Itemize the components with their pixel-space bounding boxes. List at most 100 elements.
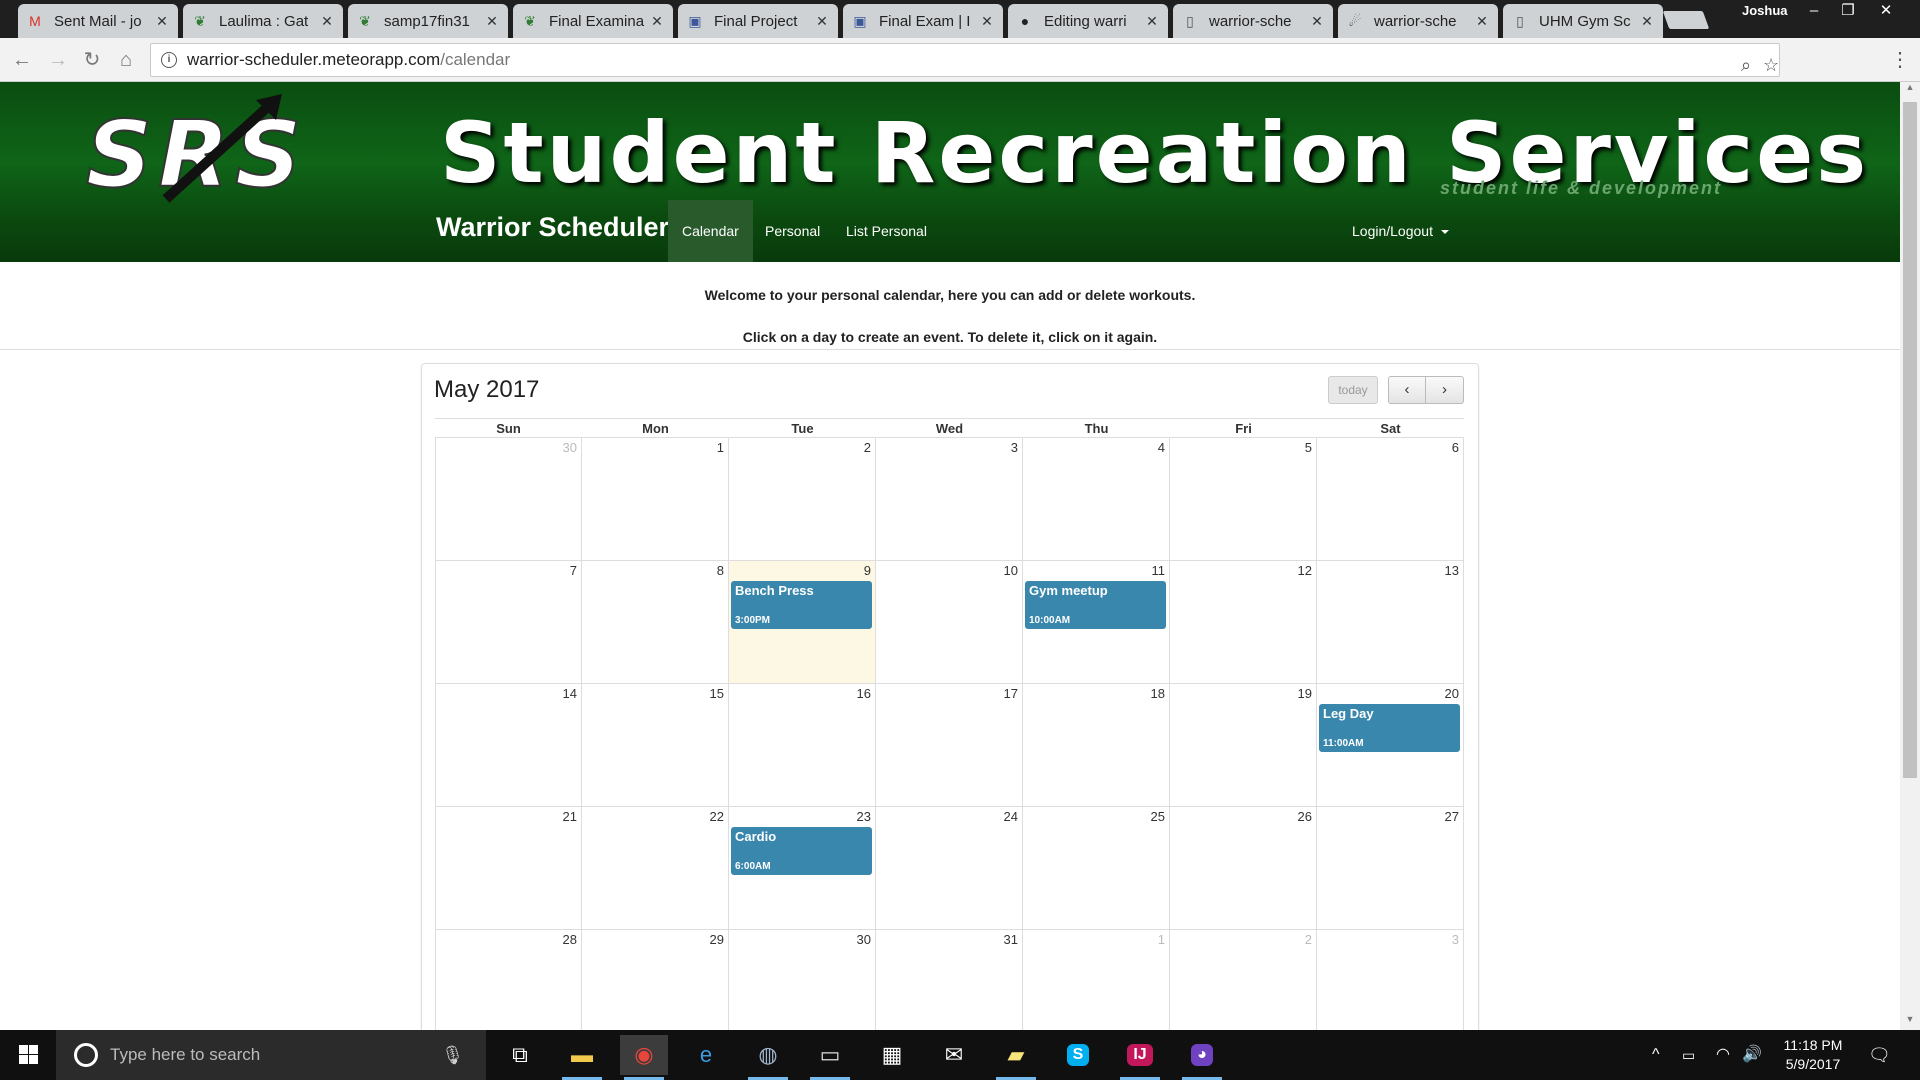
calendar-day-cell[interactable]: 6 bbox=[1317, 438, 1464, 561]
back-icon[interactable]: ← bbox=[10, 48, 34, 72]
calendar-day-cell[interactable]: 8 bbox=[582, 561, 729, 684]
calendar-day-cell[interactable]: 1 bbox=[582, 438, 729, 561]
taskbar-search-box[interactable]: Type here to search 🎙 bbox=[56, 1030, 486, 1080]
new-tab-button[interactable] bbox=[1662, 11, 1710, 29]
chrome-icon[interactable]: ◉ bbox=[620, 1035, 668, 1080]
browser-tab[interactable]: ❦ Laulima : Gat ✕ bbox=[183, 4, 343, 38]
calendar-day-cell[interactable]: 27 bbox=[1317, 807, 1464, 930]
github-desktop-icon[interactable]: ◕ bbox=[1178, 1035, 1226, 1080]
browser-tab[interactable]: ▯ warrior-sche ✕ bbox=[1173, 4, 1333, 38]
profile-button[interactable]: Joshua bbox=[1730, 0, 1800, 22]
next-month-button[interactable]: › bbox=[1425, 376, 1464, 404]
browser-tab[interactable]: ☄ warrior-sche ✕ bbox=[1338, 4, 1498, 38]
close-tab-icon[interactable]: ✕ bbox=[1474, 13, 1490, 30]
browser-tab[interactable]: ● Editing warri ✕ bbox=[1008, 4, 1168, 38]
home-icon[interactable]: ⌂ bbox=[114, 48, 138, 72]
calendar-day-cell[interactable]: 23 Cardio 6:00AM bbox=[729, 807, 876, 930]
today-button[interactable]: today bbox=[1328, 376, 1378, 404]
close-tab-icon[interactable]: ✕ bbox=[319, 13, 335, 30]
task-view-icon[interactable]: ⧉ bbox=[496, 1035, 544, 1075]
start-button[interactable] bbox=[0, 1030, 56, 1080]
microphone-icon[interactable]: 🎙 bbox=[441, 1030, 464, 1080]
scroll-up-icon[interactable]: ▲ bbox=[1900, 82, 1920, 98]
close-tab-icon[interactable]: ✕ bbox=[1144, 13, 1160, 30]
calendar-day-cell[interactable]: 31 bbox=[876, 930, 1023, 1030]
show-hidden-icons-icon[interactable]: ^ bbox=[1652, 1030, 1660, 1080]
close-tab-icon[interactable]: ✕ bbox=[484, 13, 500, 30]
restore-icon[interactable]: ❐ bbox=[1830, 0, 1866, 22]
mail-icon[interactable]: ✉ bbox=[930, 1035, 978, 1075]
skype-icon[interactable]: S bbox=[1054, 1035, 1102, 1075]
calendar-day-cell[interactable]: 13 bbox=[1317, 561, 1464, 684]
close-tab-icon[interactable]: ✕ bbox=[814, 13, 830, 30]
calendar-day-cell[interactable]: 7 bbox=[435, 561, 582, 684]
calendar-day-cell[interactable]: 15 bbox=[582, 684, 729, 807]
prev-month-button[interactable]: ‹ bbox=[1388, 376, 1426, 404]
calendar-day-cell[interactable]: 28 bbox=[435, 930, 582, 1030]
calendar-day-cell[interactable]: 14 bbox=[435, 684, 582, 807]
site-info-icon[interactable]: i bbox=[161, 52, 177, 68]
browser-tab[interactable]: ❦ Final Examina ✕ bbox=[513, 4, 673, 38]
calendar-day-cell[interactable]: 3 bbox=[1317, 930, 1464, 1030]
browser-tab[interactable]: M Sent Mail - jo ✕ bbox=[18, 4, 178, 38]
calendar-day-cell[interactable]: 2 bbox=[729, 438, 876, 561]
calendar-day-cell[interactable]: 21 bbox=[435, 807, 582, 930]
calendar-day-cell[interactable]: 5 bbox=[1170, 438, 1317, 561]
calendar-day-cell[interactable]: 2 bbox=[1170, 930, 1317, 1030]
navbar-brand[interactable]: Warrior Scheduler bbox=[436, 212, 669, 243]
address-bar[interactable]: i warrior-scheduler.meteorapp.com/calend… bbox=[150, 43, 1780, 77]
calendar-day-cell[interactable]: 26 bbox=[1170, 807, 1317, 930]
system-clock[interactable]: 11:18 PM 5/9/2017 bbox=[1768, 1036, 1858, 1074]
calendar-day-cell[interactable]: 9 Bench Press 3:00PM bbox=[729, 561, 876, 684]
scroll-down-icon[interactable]: ▼ bbox=[1900, 1014, 1920, 1030]
calendar-day-cell[interactable]: 19 bbox=[1170, 684, 1317, 807]
calendar-day-cell[interactable]: 16 bbox=[729, 684, 876, 807]
steam-icon[interactable]: ◍ bbox=[744, 1035, 792, 1080]
chrome-menu-icon[interactable]: ⋮ bbox=[1888, 48, 1912, 72]
battery-icon[interactable]: ▭ bbox=[1682, 1030, 1695, 1080]
browser-tab[interactable]: ▣ Final Exam | I ✕ bbox=[843, 4, 1003, 38]
calendar-event[interactable]: Leg Day 11:00AM bbox=[1319, 704, 1460, 752]
calendar-day-cell[interactable]: 18 bbox=[1023, 684, 1170, 807]
calendar-day-cell[interactable]: 11 Gym meetup 10:00AM bbox=[1023, 561, 1170, 684]
nav-link-personal[interactable]: Personal bbox=[751, 200, 834, 262]
scrollbar-thumb[interactable] bbox=[1903, 102, 1917, 778]
calendar-day-cell[interactable]: 24 bbox=[876, 807, 1023, 930]
wifi-icon[interactable]: ◠ bbox=[1716, 1030, 1730, 1080]
calendar-event[interactable]: Bench Press 3:00PM bbox=[731, 581, 872, 629]
edge-icon[interactable]: e bbox=[682, 1035, 730, 1075]
close-tab-icon[interactable]: ✕ bbox=[1639, 13, 1655, 30]
close-tab-icon[interactable]: ✕ bbox=[154, 13, 170, 30]
minimize-icon[interactable]: – bbox=[1796, 0, 1832, 22]
store-icon[interactable]: ▦ bbox=[868, 1035, 916, 1075]
browser-tab[interactable]: ▯ UHM Gym Sc ✕ bbox=[1503, 4, 1663, 38]
close-tab-icon[interactable]: ✕ bbox=[979, 13, 995, 30]
calendar-day-cell[interactable]: 1 bbox=[1023, 930, 1170, 1030]
terminal-icon[interactable]: ▭ bbox=[806, 1035, 854, 1080]
close-tab-icon[interactable]: ✕ bbox=[649, 13, 665, 30]
close-window-icon[interactable]: ✕ bbox=[1868, 0, 1904, 22]
calendar-event[interactable]: Gym meetup 10:00AM bbox=[1025, 581, 1166, 629]
reload-icon[interactable]: ↻ bbox=[80, 48, 104, 72]
calendar-day-cell[interactable]: 20 Leg Day 11:00AM bbox=[1317, 684, 1464, 807]
nav-link-list-personal[interactable]: List Personal bbox=[832, 200, 941, 262]
calendar-day-cell[interactable]: 17 bbox=[876, 684, 1023, 807]
close-tab-icon[interactable]: ✕ bbox=[1309, 13, 1325, 30]
calendar-day-cell[interactable]: 22 bbox=[582, 807, 729, 930]
calendar-day-cell[interactable]: 12 bbox=[1170, 561, 1317, 684]
bookmark-star-icon[interactable]: ☆ bbox=[1763, 49, 1779, 81]
forward-icon[interactable]: → bbox=[46, 48, 70, 72]
calendar-event[interactable]: Cardio 6:00AM bbox=[731, 827, 872, 875]
calendar-day-cell[interactable]: 25 bbox=[1023, 807, 1170, 930]
zoom-icon[interactable]: ⌕ bbox=[1741, 49, 1751, 81]
calendar-day-cell[interactable]: 29 bbox=[582, 930, 729, 1030]
volume-icon[interactable]: 🔊 bbox=[1742, 1030, 1762, 1080]
calendar-day-cell[interactable]: 30 bbox=[729, 930, 876, 1030]
browser-tab[interactable]: ▣ Final Project ✕ bbox=[678, 4, 838, 38]
intellij-icon[interactable]: IJ bbox=[1116, 1035, 1164, 1080]
sticky-notes-icon[interactable]: ▰ bbox=[992, 1035, 1040, 1080]
browser-tab[interactable]: ❦ samp17fin31 ✕ bbox=[348, 4, 508, 38]
calendar-day-cell[interactable]: 4 bbox=[1023, 438, 1170, 561]
page-scrollbar[interactable]: ▲ ▼ bbox=[1900, 82, 1920, 1030]
file-explorer-icon[interactable]: ▬ bbox=[558, 1035, 606, 1080]
